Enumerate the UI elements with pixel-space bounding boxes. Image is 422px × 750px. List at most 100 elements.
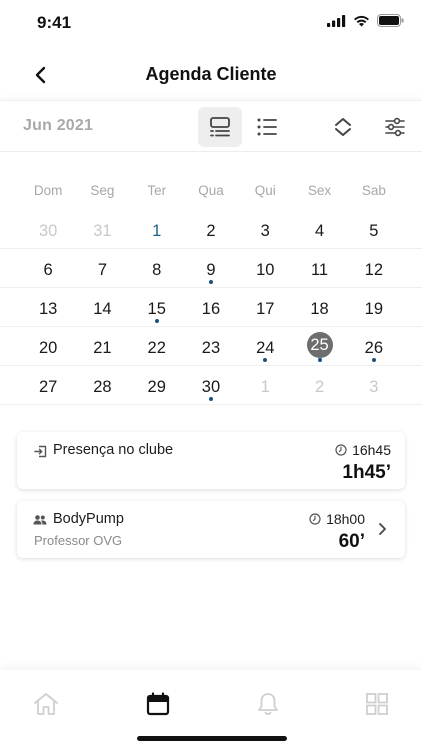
calendar-week: 27 28 29 30 1 2 3 — [0, 366, 422, 405]
event-dot — [263, 358, 268, 362]
home-icon — [34, 693, 58, 715]
event-title: Presença no clube — [53, 442, 174, 458]
clock-icon — [309, 513, 321, 525]
chevron-right-icon[interactable] — [375, 521, 389, 537]
calendar-day[interactable]: 3 — [238, 210, 292, 248]
calendar-week: 30 31 1 2 3 4 5 — [0, 210, 422, 249]
calendar-day[interactable]: 4 — [292, 210, 346, 248]
calendar-day[interactable]: 17 — [238, 288, 292, 326]
day-number: 1 — [152, 222, 162, 240]
filter-button[interactable] — [373, 107, 417, 147]
day-number: 27 — [38, 378, 58, 396]
calendar-day[interactable]: 19 — [347, 288, 401, 326]
calendar-day[interactable]: 3 — [347, 366, 401, 404]
collapse-button[interactable] — [321, 107, 365, 147]
calendar-day[interactable]: 10 — [238, 249, 292, 287]
day-number: 3 — [260, 222, 270, 240]
calendar-day[interactable]: 29 — [130, 366, 184, 404]
month-label[interactable]: Jun 2021 — [23, 117, 93, 135]
calendar-day[interactable]: 12 — [347, 249, 401, 287]
day-number: 2 — [314, 378, 325, 396]
tab-notifications[interactable] — [248, 690, 288, 718]
calendar-day[interactable]: 15 — [130, 288, 184, 326]
weekday-label: Dom — [33, 183, 63, 198]
enter-door-icon — [33, 444, 47, 458]
event-time: 18h00 — [309, 511, 365, 527]
calendar-day[interactable]: 1 — [238, 366, 292, 404]
calendar-day[interactable]: 14 — [75, 288, 129, 326]
day-number: 8 — [152, 261, 162, 279]
event-dot — [208, 397, 213, 401]
day-number: 28 — [93, 378, 112, 396]
tab-agenda[interactable] — [138, 690, 178, 718]
calendar-day[interactable]: 22 — [130, 327, 184, 365]
calendar-day[interactable]: 2 — [292, 366, 346, 404]
status-bar: 9:41 — [0, 0, 422, 46]
calendar-day[interactable]: 27 — [21, 366, 75, 404]
day-number: 3 — [369, 378, 379, 396]
calendar-day[interactable]: 21 — [75, 327, 129, 365]
day-number: 13 — [38, 300, 58, 318]
calendar-icon — [146, 692, 170, 716]
day-number: 26 — [364, 339, 383, 357]
event-duration: 1h45’ — [342, 462, 391, 483]
calendar-day[interactable]: 13 — [21, 288, 75, 326]
calendar-day[interactable]: 7 — [75, 249, 129, 287]
event-title: BodyPump — [53, 511, 124, 527]
month-calendar: Dom Seg Ter Qua Qui Sex Sab 30 31 1 2 3 4 5 6 7 8… — [0, 172, 422, 405]
calendar-day[interactable]: 18 — [292, 288, 346, 326]
calendar-week: 6 7 8 9 10 11 12 — [0, 249, 422, 288]
calendar-week: 20 21 22 23 24 25 26 — [0, 327, 422, 366]
event-time-text: 16h45 — [352, 442, 391, 458]
day-number: 4 — [314, 222, 325, 240]
tab-home[interactable] — [26, 690, 66, 718]
calendar-day[interactable]: 11 — [292, 249, 346, 287]
list-view-button[interactable] — [245, 107, 289, 147]
calendar-day[interactable]: 6 — [21, 249, 75, 287]
calendar-day[interactable]: 1 — [130, 210, 184, 248]
page-title: Agenda Cliente — [145, 64, 277, 84]
event-card-bodypump[interactable]: BodyPump Professor OVG 18h00 60’ — [17, 501, 405, 558]
day-number: 5 — [369, 222, 379, 240]
calendar-day[interactable]: 2 — [184, 210, 238, 248]
group-users-icon — [33, 513, 47, 527]
event-duration: 60’ — [338, 531, 365, 552]
calendar-grid-icon — [210, 117, 230, 137]
event-time-text: 18h00 — [326, 511, 365, 527]
calendar-day[interactable]: 30 — [21, 210, 75, 248]
event-dot — [154, 319, 159, 323]
event-card-presence[interactable]: Presença no clube 16h45 1h45’ — [17, 432, 405, 489]
day-number: 7 — [97, 261, 108, 279]
calendar-day-selected[interactable]: 25 — [292, 327, 346, 365]
day-number: 21 — [93, 339, 112, 357]
event-dot — [371, 358, 376, 362]
day-number: 2 — [206, 222, 216, 240]
calendar-view-button[interactable] — [198, 107, 242, 147]
calendar-day[interactable]: 5 — [347, 210, 401, 248]
calendar-day[interactable]: 16 — [184, 288, 238, 326]
status-time: 9:41 — [37, 13, 72, 32]
calendar-toolbar: Jun 2021 — [0, 100, 422, 152]
event-instructor: Professor OVG — [34, 533, 123, 548]
weekday-header: Dom Seg Ter Qua Qui Sex Sab — [0, 172, 422, 210]
day-number: 1 — [260, 378, 270, 396]
bell-icon — [258, 693, 278, 715]
day-number: 23 — [201, 339, 221, 357]
event-dot — [208, 280, 213, 284]
weekday-label: Qui — [254, 183, 276, 198]
calendar-day[interactable]: 28 — [75, 366, 129, 404]
day-number: 12 — [364, 261, 383, 279]
calendar-day[interactable]: 31 — [75, 210, 129, 248]
calendar-day[interactable]: 9 — [184, 249, 238, 287]
calendar-day[interactable]: 8 — [130, 249, 184, 287]
calendar-day[interactable]: 20 — [21, 327, 75, 365]
collapse-icon — [335, 118, 351, 136]
day-number: 9 — [206, 261, 216, 279]
tab-apps[interactable] — [357, 690, 397, 718]
day-number: 17 — [256, 300, 275, 318]
calendar-day[interactable]: 30 — [184, 366, 238, 404]
calendar-day[interactable]: 23 — [184, 327, 238, 365]
day-number: 19 — [364, 300, 383, 318]
calendar-day[interactable]: 26 — [347, 327, 401, 365]
calendar-day[interactable]: 24 — [238, 327, 292, 365]
